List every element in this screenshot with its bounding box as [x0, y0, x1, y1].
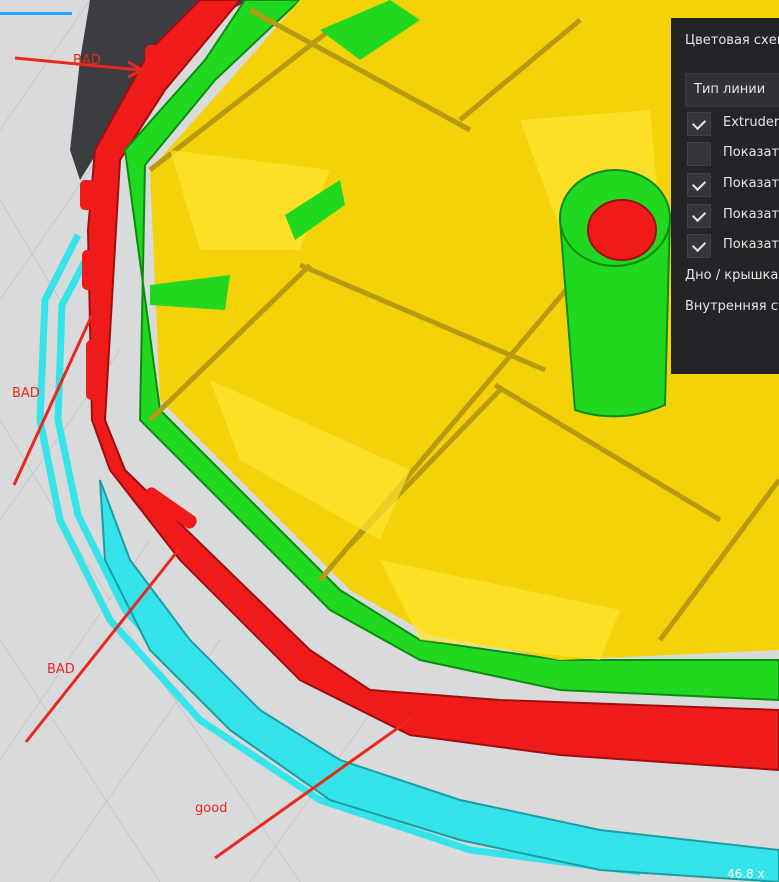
color-scheme-select[interactable]: Тип линии [685, 73, 779, 107]
checkbox-box[interactable] [687, 142, 711, 166]
annotation-bad-bottom: BAD [47, 662, 75, 677]
row-inner-wall[interactable]: Внутренняя стенка [685, 299, 779, 314]
checkbox-label: Показать [723, 207, 779, 222]
annotation-good: good [195, 801, 228, 816]
checkbox-show-1[interactable]: Показать [685, 141, 779, 167]
cylinder-boss [558, 169, 672, 418]
row-bottom-top[interactable]: Дно / крышка [685, 268, 778, 283]
panel-title: Цветовая схема [685, 33, 779, 48]
checkbox-box[interactable] [687, 204, 711, 228]
checkbox-box[interactable] [687, 234, 711, 258]
checkbox-label: Показать [723, 176, 779, 191]
checkbox-label: Extruder [723, 115, 779, 130]
checkbox-show-2[interactable]: Показать [685, 172, 779, 198]
checkbox-show-3[interactable]: Показать [685, 203, 779, 229]
checkbox-extruder[interactable]: Extruder [685, 111, 779, 137]
checkbox-box[interactable] [687, 112, 711, 136]
viewport-3d[interactable]: BAD BAD BAD good Цветовая схема Тип лини… [0, 0, 779, 882]
model-dimensions: 46.8 x [727, 867, 765, 881]
select-value: Тип линии [694, 82, 766, 97]
annotation-bad-top: BAD [73, 53, 101, 68]
annotation-bad-middle: BAD [12, 386, 40, 401]
checkbox-box[interactable] [687, 173, 711, 197]
checkbox-show-4[interactable]: Показать [685, 233, 779, 259]
checkbox-label: Показать [723, 237, 779, 252]
print-preview-canvas[interactable] [0, 0, 779, 882]
color-scheme-panel: Цветовая схема Тип линии Extruder Показа… [671, 18, 779, 374]
checkbox-label: Показать [723, 145, 779, 160]
